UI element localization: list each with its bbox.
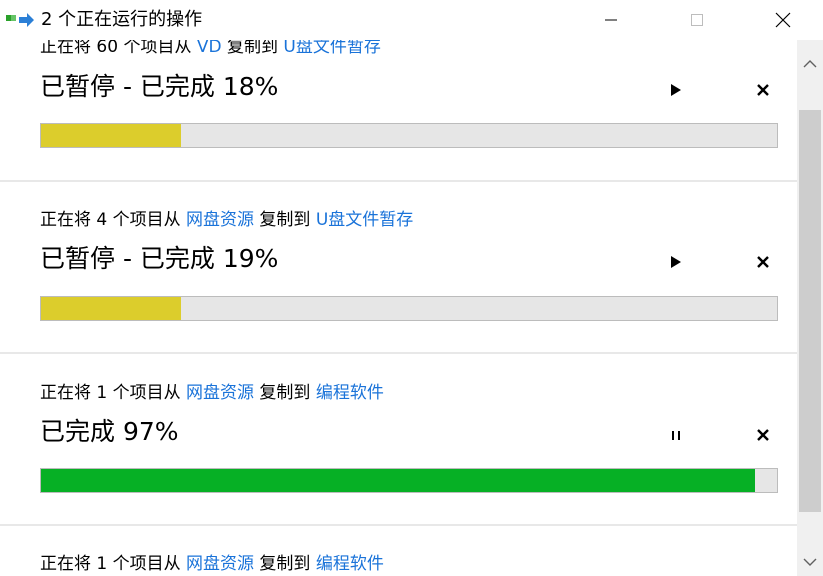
separator	[0, 180, 797, 182]
window-title: 2 个正在运行的操作	[41, 9, 203, 30]
operation-description: 正在将 4 个项目从 网盘资源 复制到 U盘文件暂存	[40, 209, 413, 231]
description-text: 复制到	[254, 554, 316, 574]
scroll-down-button[interactable]	[797, 548, 823, 576]
play-icon	[671, 84, 681, 96]
close-icon	[775, 12, 791, 28]
destination-link[interactable]: 编程软件	[316, 383, 384, 403]
description-text: 复制到	[221, 40, 284, 57]
description-text: 正在将 1 个项目从	[40, 554, 187, 574]
resume-button[interactable]	[664, 250, 688, 274]
cancel-icon	[757, 84, 769, 96]
progress-bar	[40, 296, 778, 321]
maximize-icon	[691, 14, 703, 26]
progress-fill	[41, 297, 181, 320]
pause-icon	[672, 431, 680, 440]
source-link[interactable]: 网盘资源	[186, 383, 254, 403]
description-text: 正在将 1 个项目从	[40, 383, 187, 403]
close-window-button[interactable]	[760, 0, 806, 40]
progress-fill	[41, 469, 755, 492]
operation-description: 正在将 1 个项目从 网盘资源 复制到 编程软件	[40, 553, 384, 575]
title-bar: 2 个正在运行的操作	[0, 0, 823, 40]
operation-description: 正在将 60 个项目从 VD 复制到 U盘文件暂存	[40, 40, 381, 58]
operations-list: 正在将 60 个项目从 VD 复制到 U盘文件暂存 已暂停 - 已完成 18% …	[0, 40, 797, 576]
source-link[interactable]: 网盘资源	[186, 554, 254, 574]
chevron-down-icon	[803, 558, 817, 566]
resume-button[interactable]	[664, 78, 688, 102]
source-link[interactable]: 网盘资源	[186, 210, 254, 230]
cancel-button[interactable]	[751, 78, 775, 102]
vertical-scrollbar[interactable]	[797, 40, 823, 576]
cancel-icon	[757, 256, 769, 268]
description-text: 复制到	[254, 210, 316, 230]
chevron-up-icon	[803, 60, 817, 68]
progress-fill	[41, 124, 181, 147]
description-text: 正在将 60 个项目从	[40, 40, 197, 57]
source-link[interactable]: VD	[197, 40, 222, 57]
operation-status: 已暂停 - 已完成 19%	[40, 244, 279, 273]
destination-link[interactable]: U盘文件暂存	[316, 210, 413, 230]
minimize-icon	[605, 19, 617, 21]
cancel-icon	[757, 429, 769, 441]
maximize-button[interactable]	[674, 0, 720, 40]
minimize-button[interactable]	[588, 0, 634, 40]
separator	[0, 524, 797, 526]
operation-status: 已暂停 - 已完成 18%	[40, 72, 279, 101]
copy-progress-icon	[6, 13, 34, 27]
progress-bar	[40, 123, 778, 148]
destination-link[interactable]: 编程软件	[316, 554, 384, 574]
scroll-up-button[interactable]	[797, 50, 823, 78]
description-text: 复制到	[254, 383, 316, 403]
description-text: 正在将 4 个项目从	[40, 210, 187, 230]
cancel-button[interactable]	[751, 423, 775, 447]
operation-status: 已完成 97%	[40, 417, 179, 446]
destination-link[interactable]: U盘文件暂存	[283, 40, 380, 57]
progress-bar	[40, 468, 778, 493]
pause-button[interactable]	[664, 423, 688, 447]
separator	[0, 352, 797, 354]
scroll-thumb[interactable]	[799, 110, 821, 512]
play-icon	[671, 256, 681, 268]
cancel-button[interactable]	[751, 250, 775, 274]
operation-description: 正在将 1 个项目从 网盘资源 复制到 编程软件	[40, 382, 384, 404]
